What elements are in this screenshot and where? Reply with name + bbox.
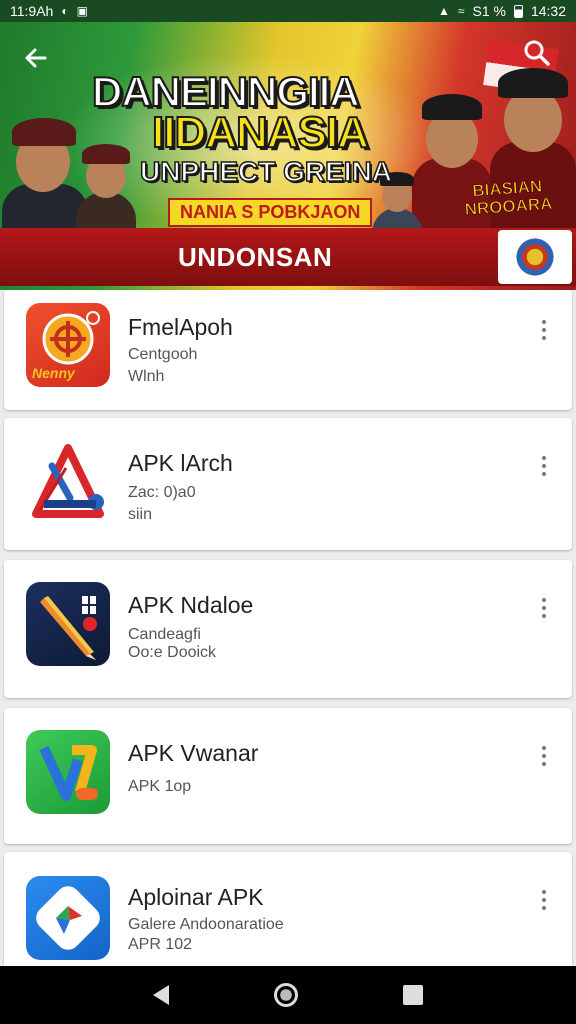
wifi-icon: ≈ bbox=[457, 4, 465, 18]
banner-tagline: NANIA S POBKJAON bbox=[168, 198, 373, 227]
more-options-icon[interactable] bbox=[530, 448, 558, 484]
status-clock: 14:32 bbox=[530, 3, 566, 19]
app-subtitle-2: Oo:e Dooick bbox=[128, 644, 217, 661]
app-subtitle-2: siin bbox=[128, 506, 153, 523]
app-name: APK lArch bbox=[128, 450, 233, 476]
app-subtitle: Zac: 0)a0 bbox=[128, 484, 196, 501]
pencil-app-icon bbox=[26, 582, 110, 666]
app-card[interactable]: APK lArch Zac: 0)a0 siin bbox=[4, 418, 572, 550]
search-icon bbox=[524, 40, 550, 66]
app-subtitle: APK 1op bbox=[128, 778, 192, 795]
search-button[interactable] bbox=[522, 38, 562, 78]
app-name: APK Vwanar bbox=[128, 740, 259, 766]
status-time-left: 11:9Ah bbox=[10, 3, 54, 19]
status-right: ▲ ≈ S1 % 14:32 bbox=[438, 3, 566, 19]
app-name: Aploinar APK bbox=[128, 884, 264, 910]
app-card[interactable]: APK Vwanar APK 1op bbox=[4, 708, 572, 844]
status-battery-text: S1 % bbox=[472, 3, 506, 19]
more-options-icon[interactable] bbox=[530, 738, 558, 774]
banner-side-badge: BIASIAN NROOARA bbox=[463, 176, 554, 219]
battery-icon bbox=[513, 4, 523, 18]
app-notification-icon: ▣ bbox=[76, 4, 88, 18]
banner-title-line3: UNPHECT GREINA bbox=[139, 155, 393, 188]
alarm-icon: ▲ bbox=[438, 4, 450, 18]
app-icon-label: Nenny bbox=[32, 365, 75, 381]
status-left: 11:9Ah ◐ ▣ bbox=[10, 3, 88, 19]
vwanar-glyph bbox=[39, 745, 98, 801]
banner-title-line2: IIDANASIA bbox=[151, 107, 370, 158]
apk-archer-icon bbox=[26, 440, 110, 524]
emblem-icon bbox=[516, 238, 554, 276]
more-options-icon[interactable] bbox=[530, 590, 558, 626]
app-card[interactable]: APK Ndaloe Candeagfi Oo:e Dooick bbox=[4, 560, 572, 698]
notification-icon: ◐ bbox=[61, 4, 69, 18]
pencil-glyph bbox=[40, 596, 97, 660]
emblem-card[interactable] bbox=[498, 230, 572, 284]
nav-back-icon[interactable] bbox=[152, 985, 169, 1005]
aploinar-app-icon bbox=[26, 876, 110, 960]
app-screen: 11:9Ah ◐ ▣ ▲ ≈ S1 % 14:32 DANEINNGIIA II… bbox=[0, 0, 576, 1024]
app-name: FmelApoh bbox=[128, 314, 233, 340]
archer-glyph bbox=[32, 444, 104, 518]
arrow-left-icon bbox=[25, 48, 47, 68]
banner-ribbon-text: UNDONSAN bbox=[178, 242, 333, 272]
app-card[interactable]: Aploinar APK Galere Andoonaratioe APR 10… bbox=[4, 852, 572, 970]
app-card[interactable]: Nenny FmelApoh Centgooh Wlnh bbox=[4, 290, 572, 410]
status-bar: 11:9Ah ◐ ▣ ▲ ≈ S1 % 14:32 bbox=[0, 0, 576, 22]
app-subtitle: Centgooh bbox=[128, 346, 198, 363]
app-name: APK Ndaloe bbox=[128, 592, 254, 618]
aploinar-glyph bbox=[36, 886, 100, 950]
system-nav-bar bbox=[0, 966, 576, 1024]
nav-home-icon[interactable] bbox=[273, 983, 298, 1007]
target-app-icon: Nenny bbox=[26, 303, 110, 387]
app-subtitle: Galere Andoonaratioe bbox=[128, 916, 284, 933]
nav-recents-icon[interactable] bbox=[403, 985, 424, 1005]
app-subtitle-2: APR 102 bbox=[128, 936, 193, 953]
back-button[interactable] bbox=[16, 38, 56, 78]
app-subtitle-2: Wlnh bbox=[128, 368, 165, 385]
more-options-icon[interactable] bbox=[530, 312, 558, 348]
more-options-icon[interactable] bbox=[530, 882, 558, 918]
vwanar-app-icon bbox=[26, 730, 110, 814]
